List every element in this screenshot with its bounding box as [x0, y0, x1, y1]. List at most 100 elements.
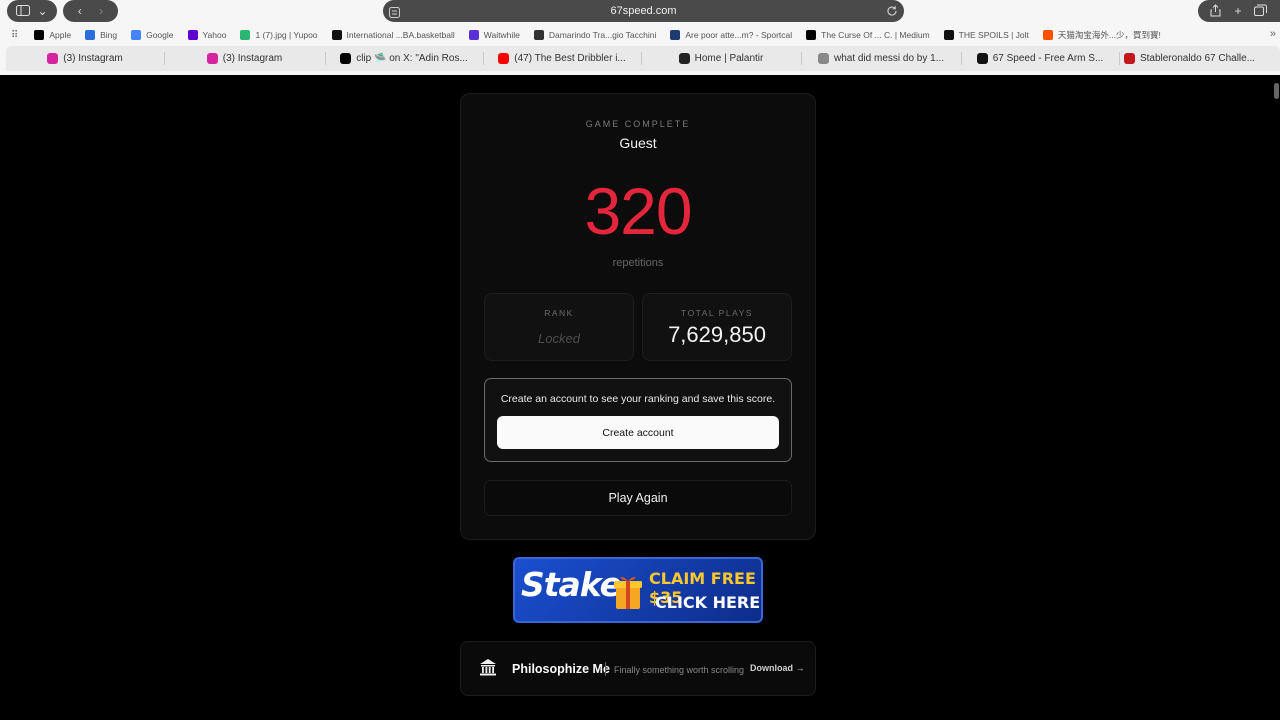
browser-tab[interactable]: (3) Instagram: [6, 46, 164, 71]
browser-chrome: ⌄ ‹ › 67speed.com + ⠿ Apple Bing Google …: [0, 0, 1280, 75]
search-result-icon: [817, 53, 829, 64]
promo-tagline: Finally something worth scrolling: [614, 665, 745, 675]
forward-icon[interactable]: ›: [99, 5, 103, 17]
more-bookmarks-icon[interactable]: »: [1270, 28, 1276, 40]
page-content: GAME COMPLETE Guest 320 repetitions RANK…: [0, 75, 1280, 720]
bookmark-label: Google: [146, 30, 174, 40]
tab-label: 67 Speed - Free Arm S...: [992, 53, 1104, 64]
navigation-group: ‹ ›: [63, 0, 118, 22]
bookmark-item[interactable]: International ...BA.basketball: [331, 30, 455, 40]
create-account-prompt: Create an account to see your ranking an…: [484, 378, 792, 462]
browser-tab[interactable]: (3) Instagram: [164, 46, 325, 71]
bookmark-item[interactable]: Apple: [34, 30, 71, 40]
bookmark-label: International ...BA.basketball: [346, 30, 455, 40]
back-icon[interactable]: ‹: [78, 5, 82, 17]
bookmark-label: 1 (7).jpg | Yupoo: [255, 30, 318, 40]
rank-value: Locked: [538, 331, 580, 346]
download-link[interactable]: Download →: [750, 663, 805, 673]
promo-title: Philosophize Me: [512, 662, 610, 676]
tab-label: (3) Instagram: [63, 53, 123, 64]
bookmark-item[interactable]: Yahoo: [187, 30, 227, 40]
medium-icon: [806, 30, 817, 40]
bookmark-item[interactable]: Waitwhile: [468, 30, 520, 40]
tab-label: what did messi do by 1...: [833, 53, 945, 64]
palantir-icon: [678, 53, 690, 64]
address-bar[interactable]: 67speed.com: [383, 0, 904, 22]
browser-tab[interactable]: Stableronaldo 67 Challe...: [1119, 46, 1260, 71]
sidebar-toggle-group: ⌄: [7, 0, 57, 22]
rank-label: RANK: [544, 308, 574, 318]
url-text: 67speed.com: [610, 5, 677, 17]
tab-label: (3) Instagram: [222, 53, 283, 64]
browser-tab[interactable]: clip 🛸 on X: "Adin Ros...: [325, 46, 483, 71]
page-settings-icon[interactable]: [389, 5, 400, 23]
browser-tab[interactable]: 67 Speed - Free Arm S...: [961, 46, 1119, 71]
temple-icon: [479, 658, 497, 681]
browser-tab[interactable]: (47) The Best Dribbler i...: [483, 46, 641, 71]
bookmark-label: Yahoo: [202, 30, 227, 40]
ad-call-to-action: CLICK HERE: [655, 593, 761, 612]
tab-bar: (3) Instagram (3) Instagram clip 🛸 on X: "…: [6, 46, 1280, 71]
bookmark-item[interactable]: Damarindo Tra...gio Tacchini: [533, 30, 657, 40]
new-tab-icon[interactable]: +: [1234, 5, 1241, 17]
google-icon: [131, 30, 142, 40]
bookmark-label: Waitwhile: [483, 30, 520, 40]
browser-tab[interactable]: Home | Palantir: [641, 46, 801, 71]
yahoo-icon: [187, 30, 198, 40]
bookmark-item[interactable]: Bing: [85, 30, 117, 40]
instagram-icon: [47, 53, 59, 64]
bookmark-item[interactable]: THE SPOILS | Jolt: [943, 30, 1029, 40]
yupoo-icon: [240, 30, 251, 40]
reload-icon[interactable]: [886, 4, 898, 22]
x-icon: [340, 53, 352, 64]
bookmark-item[interactable]: The Curse Of ... C. | Medium: [806, 30, 930, 40]
browser-toolbar: ⌄ ‹ › 67speed.com +: [0, 0, 1280, 22]
bookmark-label: Bing: [100, 30, 118, 40]
score-value: 320: [584, 174, 692, 248]
philosophize-me-promo: Philosophize Me Finally something worth …: [460, 641, 816, 696]
bookmark-item[interactable]: 天猫淘宝海外...少，買到寶!: [1042, 29, 1161, 41]
instagram-icon: [206, 53, 218, 64]
bookmark-label: THE SPOILS | Jolt: [958, 30, 1029, 40]
search-icon: [85, 30, 96, 40]
waitwhile-icon: [468, 30, 479, 40]
sidebar-icon[interactable]: [16, 4, 31, 18]
total-plays-label: TOTAL PLAYS: [681, 308, 753, 318]
apple-icon: [34, 30, 45, 40]
total-plays-value: 7,629,850: [668, 322, 766, 347]
tacchini-icon: [533, 30, 544, 40]
share-icon[interactable]: [1210, 3, 1221, 19]
bookmark-label: Are poor atte...m? - Sportcal: [685, 30, 793, 40]
total-plays-stat: TOTAL PLAYS 7,629,850: [642, 293, 792, 361]
browser-tab[interactable]: what did messi do by 1...: [801, 46, 961, 71]
bookmark-item[interactable]: Are poor atte...m? - Sportcal: [670, 30, 792, 40]
ad-brand: Stake: [521, 565, 622, 604]
tab-label: Home | Palantir: [694, 53, 764, 64]
taobao-icon: [1042, 30, 1053, 40]
score-unit: repetitions: [612, 257, 664, 269]
scrollbar[interactable]: [1274, 83, 1279, 99]
bookmark-label: The Curse Of ... C. | Medium: [821, 30, 930, 40]
apps-grid-icon[interactable]: ⠿: [11, 30, 18, 41]
player-name: Guest: [619, 135, 657, 151]
bookmark-item[interactable]: 1 (7).jpg | Yupoo: [240, 30, 318, 40]
tab-label: clip 🛸 on X: "Adin Ros...: [356, 53, 468, 64]
tab-label: (47) The Best Dribbler i...: [514, 53, 626, 64]
browser-actions: +: [1198, 0, 1280, 22]
rank-stat: RANK Locked: [484, 293, 634, 361]
game-complete-heading: GAME COMPLETE: [585, 119, 691, 129]
stake-ad-banner[interactable]: Stake CLAIM FREE $35 CLICK HERE: [513, 557, 763, 623]
bookmarks-bar: ⠿ Apple Bing Google Yahoo 1 (7).jpg | Yupoo I…: [0, 27, 1280, 43]
youtube-icon: [498, 53, 510, 64]
bookmark-label: Damarindo Tra...gio Tacchini: [548, 30, 657, 40]
bookmark-label: Apple: [49, 30, 72, 40]
jolt-icon: [943, 30, 954, 40]
result-card: GAME COMPLETE Guest 320 repetitions RANK…: [460, 93, 816, 540]
chevron-down-icon[interactable]: ⌄: [37, 5, 47, 17]
promo-divider: [605, 662, 606, 676]
play-again-button[interactable]: Play Again: [484, 480, 792, 516]
tab-overview-icon[interactable]: [1254, 4, 1268, 18]
create-account-button[interactable]: Create account: [497, 416, 779, 449]
bookmark-item[interactable]: Google: [131, 30, 174, 40]
tab-label: Stableronaldo 67 Challe...: [1139, 53, 1256, 64]
